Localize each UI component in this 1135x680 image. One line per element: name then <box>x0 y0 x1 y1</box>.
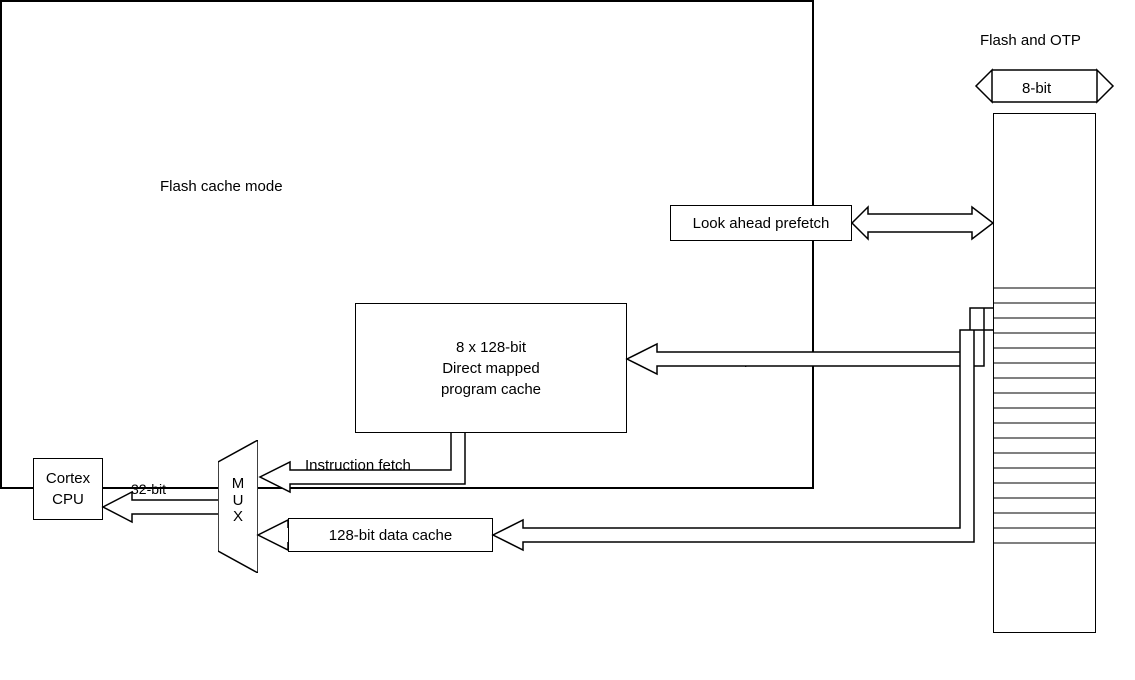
flash-width-label: 8-bit <box>1022 80 1051 97</box>
program-cache-line2: Direct mapped <box>442 358 540 379</box>
cpu-label-line2: CPU <box>52 489 84 510</box>
lookahead-arrow-icon <box>852 207 993 239</box>
mux-letter-m: M <box>228 476 248 493</box>
program-cache-line1: 8 x 128-bit <box>456 337 526 358</box>
instruction-fetch-label: Instruction fetch <box>305 457 411 474</box>
flash-otp-title: Flash and OTP <box>980 32 1081 49</box>
data-cache-box: 128-bit data cache <box>288 518 493 552</box>
lookahead-box: Look ahead prefetch <box>670 205 852 241</box>
dcode-access-label: Data from DCODE access <box>557 527 732 544</box>
mux-letter-u: U <box>228 493 248 510</box>
flash-memory-box <box>993 113 1096 633</box>
mux: M U X <box>218 440 258 573</box>
mux-letter-x: X <box>228 509 248 526</box>
prefetch-data-label: 128-bit prefetch data <box>694 351 832 368</box>
cpu-width-label: 32-bit <box>131 481 166 497</box>
flash-cache-mode-label: Flash cache mode <box>160 178 283 195</box>
dcache-to-mux-arrow-icon <box>258 520 288 550</box>
lookahead-label: Look ahead prefetch <box>693 215 830 232</box>
program-cache-box: 8 x 128-bit Direct mapped program cache <box>355 303 627 433</box>
program-cache-line3: program cache <box>441 379 541 400</box>
data-cache-label: 128-bit data cache <box>329 527 452 544</box>
cpu-box: Cortex CPU <box>33 458 103 520</box>
flash-rows-icon <box>994 113 1095 633</box>
cpu-label-line1: Cortex <box>46 468 90 489</box>
diagram-stage: Flash cache mode Cortex CPU Look ahead p… <box>0 0 1135 680</box>
